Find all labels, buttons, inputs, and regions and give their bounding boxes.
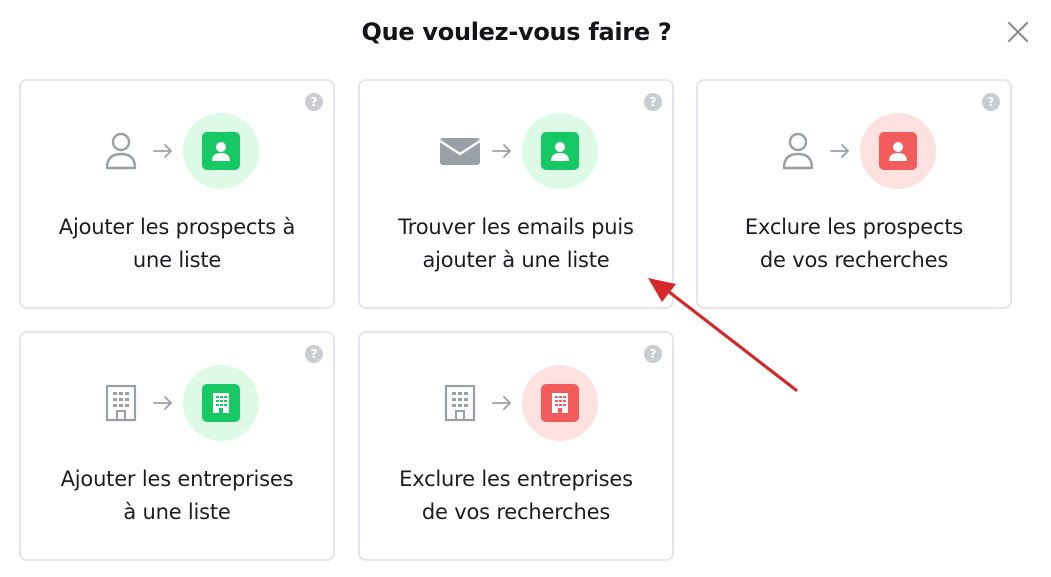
help-icon[interactable]: ? (982, 93, 1000, 111)
building-badge-icon (541, 384, 579, 422)
target-circle (522, 365, 598, 441)
building-icon (440, 383, 480, 423)
card-label: Exclure les entreprises de vos recherche… (370, 463, 662, 529)
target-circle (183, 365, 259, 441)
card-label-line: Exclure les entreprises (399, 467, 633, 491)
card-label-line: Trouver les emails puis (398, 215, 634, 239)
card-label: Trouver les emails puis ajouter à une li… (370, 211, 662, 277)
card-label-line: Ajouter les prospects à (58, 215, 296, 239)
target-circle (183, 113, 259, 189)
close-button[interactable] (1004, 18, 1032, 46)
envelope-icon (440, 131, 480, 171)
target-circle (522, 113, 598, 189)
card-label-line: ajouter à une liste (422, 248, 610, 272)
card-label: Ajouter les entreprises à une liste (31, 463, 323, 529)
arrow-right-icon (828, 139, 852, 163)
card-exclude-companies[interactable]: ? Exclure les entreprises de vos recherc… (358, 331, 674, 561)
card-add-prospects-to-list[interactable]: ? Ajouter les prospects à une liste (19, 79, 335, 309)
person-badge-icon (541, 132, 579, 170)
help-icon[interactable]: ? (644, 345, 662, 363)
building-badge-icon (202, 384, 240, 422)
arrow-right-icon (151, 391, 175, 415)
arrow-right-icon (151, 139, 175, 163)
card-label-line: Exclure les prospects (744, 215, 964, 239)
card-find-emails-add-to-list[interactable]: ? Trouver les emails puis ajouter à une … (358, 79, 674, 309)
modal-title: Que voulez-vous faire ? (361, 18, 672, 46)
person-icon (101, 131, 141, 171)
card-add-companies-to-list[interactable]: ? Ajouter les entreprises à une liste (19, 331, 335, 561)
arrow-right-icon (490, 139, 514, 163)
person-badge-icon (879, 132, 917, 170)
help-icon[interactable]: ? (644, 93, 662, 111)
arrow-right-icon (490, 391, 514, 415)
card-label-line: à une liste (123, 500, 231, 524)
card-label-line: de vos recherches (759, 248, 949, 272)
card-label: Exclure les prospects de vos recherches (708, 211, 1000, 277)
card-exclude-prospects[interactable]: ? Exclure les prospects de vos recherche… (696, 79, 1012, 309)
target-circle (860, 113, 936, 189)
person-icon (778, 131, 818, 171)
card-label-line: une liste (132, 248, 222, 272)
card-label-line: de vos recherches (421, 500, 611, 524)
close-icon (1007, 21, 1029, 43)
help-icon[interactable]: ? (305, 93, 323, 111)
help-icon[interactable]: ? (305, 345, 323, 363)
card-label: Ajouter les prospects à une liste (31, 211, 323, 277)
building-icon (101, 383, 141, 423)
card-label-line: Ajouter les entreprises (60, 467, 294, 491)
person-badge-icon (202, 132, 240, 170)
